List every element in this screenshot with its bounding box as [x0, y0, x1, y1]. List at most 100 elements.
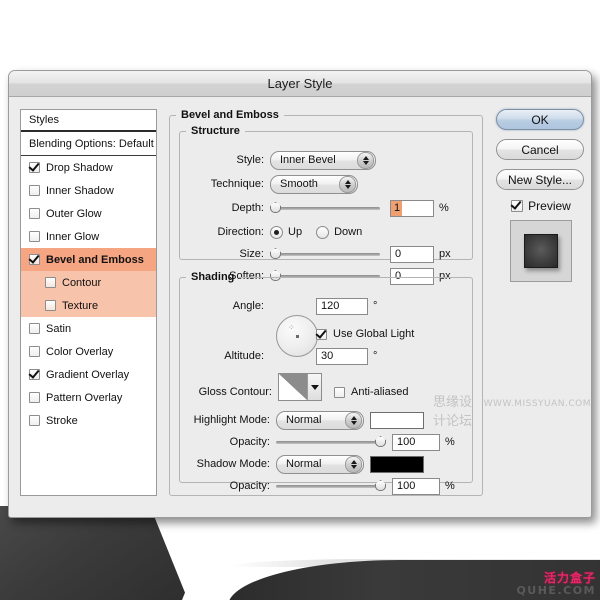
sidebar-item-color-overlay[interactable]: Color Overlay: [21, 340, 156, 363]
sidebar-label-gradient-overlay: Gradient Overlay: [46, 368, 130, 381]
blending-options-row[interactable]: Blending Options: Default: [21, 132, 156, 156]
shadow-opacity-knob[interactable]: [375, 480, 386, 491]
chevron-updown-icon[interactable]: [339, 175, 356, 193]
highlight-opacity-row: Opacity: 100 %: [180, 433, 455, 451]
checkbox-contour[interactable]: [45, 277, 56, 288]
chevron-down-icon[interactable]: [307, 374, 321, 400]
dialog-button-column: OK Cancel New Style... Preview: [496, 109, 586, 282]
highlight-opacity-value: 100: [397, 436, 416, 448]
angle-label: Angle:: [232, 300, 264, 312]
checkbox-bevel-and-emboss[interactable]: [29, 254, 40, 265]
size-slider[interactable]: [270, 247, 380, 261]
checkbox-satin[interactable]: [29, 323, 40, 334]
radio-direction-down[interactable]: [316, 225, 330, 239]
highlight-mode-row: Highlight Mode: Normal: [180, 410, 424, 430]
altitude-input[interactable]: 30: [316, 347, 368, 365]
checkbox-preview[interactable]: [511, 200, 524, 212]
highlight-opacity-label: Opacity:: [229, 436, 270, 448]
altitude-label: Altitude:: [224, 350, 264, 362]
technique-row: Technique: Smooth: [186, 174, 358, 194]
highlight-opacity-slider[interactable]: [276, 435, 386, 449]
sidebar-item-texture[interactable]: Texture: [21, 294, 156, 317]
technique-select[interactable]: Smooth: [270, 174, 358, 194]
shadow-mode-row: Shadow Mode: Normal: [180, 454, 424, 474]
gloss-contour-curve: [279, 374, 307, 400]
chevron-updown-icon[interactable]: [345, 455, 362, 473]
shadow-color-swatch[interactable]: [370, 455, 424, 473]
checkbox-texture[interactable]: [45, 300, 56, 311]
radio-direction-up[interactable]: [270, 225, 283, 239]
checkbox-outer-glow[interactable]: [29, 208, 40, 219]
style-row: Style: Inner Bevel: [186, 150, 376, 170]
sidebar-item-pattern-overlay[interactable]: Pattern Overlay: [21, 386, 156, 409]
cancel-button[interactable]: Cancel: [496, 139, 584, 160]
screenshot-canvas: 活力盒子 QUHE.COM Layer Style Styles Blendin…: [0, 0, 600, 600]
depth-input[interactable]: 1: [390, 199, 434, 217]
anti-aliased-label: Anti-aliased: [351, 386, 409, 398]
shadow-opacity-slider[interactable]: [276, 479, 386, 493]
anti-aliased-row: Anti-aliased: [334, 383, 408, 401]
depth-unit: %: [439, 202, 449, 214]
shadow-opacity-row: Opacity: 100 %: [180, 477, 455, 495]
forum-watermark-url: WWW.MISSYUAN.COM: [483, 399, 591, 409]
checkbox-inner-glow[interactable]: [29, 231, 40, 242]
checkbox-stroke[interactable]: [29, 415, 40, 426]
angle-input-value: 120: [321, 300, 340, 312]
preview-thumbnail: [510, 220, 572, 282]
size-input[interactable]: 0: [390, 245, 434, 263]
bevel-emboss-settings: Bevel and Emboss Structure Style: Inner …: [169, 109, 483, 496]
checkbox-pattern-overlay[interactable]: [29, 392, 40, 403]
shadow-mode-select[interactable]: Normal: [276, 454, 364, 474]
highlight-color-swatch[interactable]: [370, 411, 424, 429]
angle-dial-handle[interactable]: ⁘: [288, 324, 295, 332]
chevron-updown-icon[interactable]: [357, 151, 374, 169]
style-label: Style:: [236, 154, 264, 166]
sidebar-item-outer-glow[interactable]: Outer Glow: [21, 202, 156, 225]
altitude-row: Altitude: 30 °: [186, 347, 377, 365]
sidebar-item-satin[interactable]: Satin: [21, 317, 156, 340]
sidebar-item-stroke[interactable]: Stroke: [21, 409, 156, 432]
sidebar-item-bevel-and-emboss[interactable]: Bevel and Emboss: [21, 248, 156, 271]
sidebar-item-inner-glow[interactable]: Inner Glow: [21, 225, 156, 248]
ok-button[interactable]: OK: [496, 109, 584, 130]
sidebar-label-stroke: Stroke: [46, 414, 78, 427]
checkbox-drop-shadow[interactable]: [29, 162, 40, 173]
styles-list-panel: Styles Blending Options: Default Drop Sh…: [20, 109, 157, 496]
preview-toggle-row[interactable]: Preview: [496, 199, 586, 213]
size-input-value: 0: [395, 248, 402, 260]
gloss-contour-row: Gloss Contour:: [186, 383, 278, 401]
highlight-mode-select[interactable]: Normal: [276, 410, 364, 430]
preview-thumbnail-shape: [524, 234, 558, 268]
depth-slider[interactable]: [270, 201, 380, 215]
altitude-input-value: 30: [321, 350, 334, 362]
gloss-contour-swatch[interactable]: [278, 373, 322, 401]
checkbox-use-global-light[interactable]: [316, 328, 327, 340]
new-style-button[interactable]: New Style...: [496, 169, 584, 190]
checkbox-gradient-overlay[interactable]: [29, 369, 40, 380]
radio-direction-up-label: Up: [288, 226, 303, 238]
highlight-opacity-knob[interactable]: [375, 436, 386, 447]
sidebar-item-inner-shadow[interactable]: Inner Shadow: [21, 179, 156, 202]
highlight-opacity-input[interactable]: 100: [392, 433, 440, 451]
size-label: Size:: [239, 248, 264, 260]
sidebar-label-inner-glow: Inner Glow: [46, 230, 100, 243]
sidebar-item-contour[interactable]: Contour: [21, 271, 156, 294]
sidebar-item-drop-shadow[interactable]: Drop Shadow: [21, 156, 156, 179]
style-select[interactable]: Inner Bevel: [270, 150, 376, 170]
checkbox-inner-shadow[interactable]: [29, 185, 40, 196]
use-global-light-label: Use Global Light: [333, 328, 415, 340]
dialog-titlebar[interactable]: Layer Style: [9, 71, 591, 97]
checkbox-color-overlay[interactable]: [29, 346, 40, 357]
chevron-updown-icon[interactable]: [345, 411, 362, 429]
shading-group-title: Shading: [191, 271, 235, 283]
angle-unit: °: [373, 300, 378, 312]
shadow-opacity-input[interactable]: 100: [392, 477, 440, 495]
sidebar-item-gradient-overlay[interactable]: Gradient Overlay: [21, 363, 156, 386]
size-slider-knob[interactable]: [270, 248, 281, 259]
angle-input[interactable]: 120: [316, 297, 368, 315]
shadow-mode-label: Shadow Mode:: [196, 458, 270, 470]
sidebar-label-outer-glow: Outer Glow: [46, 207, 102, 220]
checkbox-anti-aliased[interactable]: [334, 386, 345, 398]
depth-slider-knob[interactable]: [270, 202, 281, 213]
size-unit: px: [439, 248, 451, 260]
